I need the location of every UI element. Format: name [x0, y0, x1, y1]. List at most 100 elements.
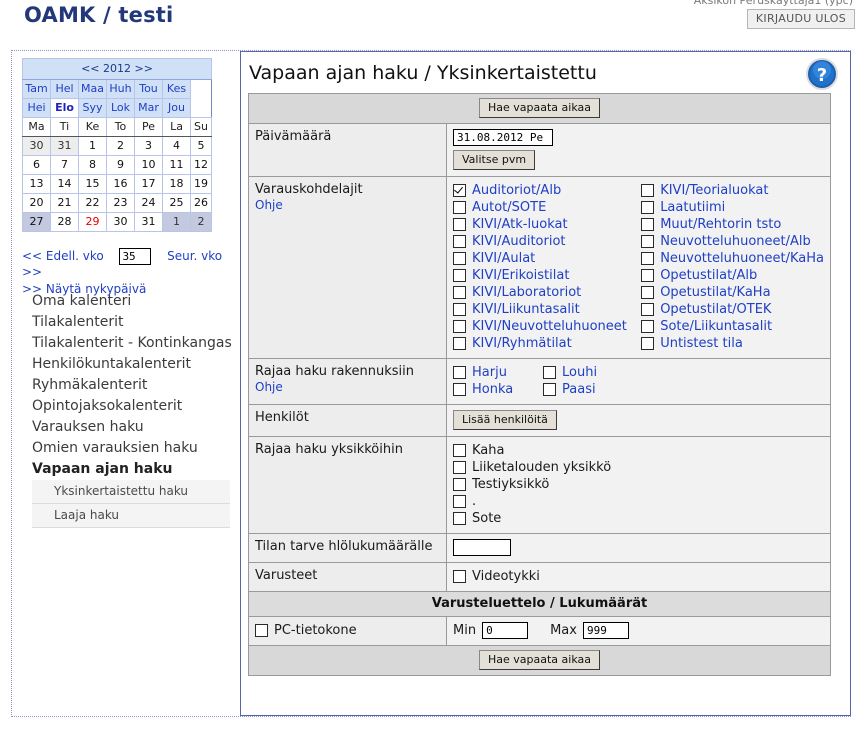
checkbox-kivi-laboratoriot[interactable]	[453, 286, 466, 299]
search-free-time-button-bottom[interactable]: Hae vapaata aikaa	[479, 650, 600, 670]
checkbox-label[interactable]: KIVI/Teorialuokat	[660, 182, 768, 199]
min-input[interactable]	[482, 622, 529, 639]
checkbox-label[interactable]: KIVI/Liikuntasalit	[472, 301, 580, 318]
resource-types-help-link[interactable]: Ohje	[255, 198, 440, 212]
checkbox-label[interactable]: Honka	[472, 381, 513, 398]
checkbox-paasi[interactable]	[543, 383, 556, 396]
checkbox-label[interactable]: KIVI/Ryhmätilat	[472, 335, 572, 352]
calendar-week-row[interactable]: 6 7 8 9 10 11 12	[22, 155, 212, 175]
sidebar-item-varauksen-haku[interactable]: Varauksen haku	[22, 417, 232, 438]
checkbox-kivi-liikuntasalit[interactable]	[453, 303, 466, 316]
checkbox-neuvotteluhuoneet-alb[interactable]	[641, 235, 655, 248]
checkbox-label[interactable]: Autot/SOTE	[472, 199, 546, 216]
pc-tietokone-checkbox[interactable]	[255, 624, 268, 637]
calendar-day-cell[interactable]: 1	[162, 212, 191, 232]
checkbox-kivi-aulat[interactable]	[453, 252, 466, 265]
checkbox-kivi-ryhm-tilat[interactable]	[453, 337, 466, 350]
sidebar-item-tilakalenterit-kontinkangas[interactable]: Tilakalenterit - Kontinkangas	[22, 333, 232, 354]
checkbox-label[interactable]: Neuvotteluhuoneet/Alb	[660, 233, 811, 250]
calendar-day-cell[interactable]: 4	[162, 136, 191, 156]
calendar-day-cell[interactable]: 19	[190, 174, 212, 194]
calendar-day-cell[interactable]: 30	[22, 136, 51, 156]
buildings-help-link[interactable]: Ohje	[255, 380, 440, 394]
calendar-week-row[interactable]: 13 14 15 16 17 18 19	[22, 174, 212, 194]
calendar-month-syy[interactable]: Syy	[78, 98, 107, 118]
calendar-day-cell[interactable]: 24	[134, 193, 163, 213]
checkbox-label[interactable]: Paasi	[562, 381, 596, 398]
calendar-month-tou[interactable]: Tou	[134, 79, 163, 99]
week-number-input[interactable]	[119, 248, 152, 265]
calendar-week-row[interactable]: 27 28 29 30 31 1 2	[22, 212, 212, 232]
calendar-day-cell[interactable]: 1	[78, 136, 107, 156]
calendar-day-cell[interactable]: 8	[78, 155, 107, 175]
sidebar-item-ryhm-kalenterit[interactable]: Ryhmäkalenterit	[22, 375, 232, 396]
checkbox-kivi-erikoistilat[interactable]	[453, 269, 466, 282]
calendar-month-hei[interactable]: Hei	[22, 98, 51, 118]
calendar-month-hel[interactable]: Hel	[50, 79, 79, 99]
calendar-day-cell[interactable]: 11	[162, 155, 191, 175]
checkbox-label[interactable]: KIVI/Neuvotteluhuoneet	[472, 318, 627, 335]
search-free-time-button-top[interactable]: Hae vapaata aikaa	[479, 98, 600, 118]
date-input[interactable]	[453, 129, 553, 146]
calendar-day-cell[interactable]: 15	[78, 174, 107, 194]
calendar-day-cell[interactable]: 30	[106, 212, 135, 232]
checkbox-kaha[interactable]	[453, 444, 466, 457]
calendar-month-elo-selected[interactable]: Elo	[50, 98, 79, 118]
calendar-day-cell[interactable]: 28	[50, 212, 79, 232]
calendar-month-kes[interactable]: Kes	[162, 79, 191, 99]
sidebar-item-henkil-kuntakalenterit[interactable]: Henkilökuntakalenterit	[22, 354, 232, 375]
checkbox-label[interactable]: Opetustilat/KaHa	[660, 284, 770, 301]
calendar-day-cell[interactable]: 25	[162, 193, 191, 213]
calendar-day-cell[interactable]: 29	[78, 212, 107, 232]
calendar-day-cell[interactable]: 2	[106, 136, 135, 156]
checkbox-videotykki[interactable]	[453, 570, 466, 583]
calendar-week-row[interactable]: 20 21 22 23 24 25 26	[22, 193, 212, 213]
calendar-day-cell[interactable]: 17	[134, 174, 163, 194]
calendar-day-cell[interactable]: 5	[190, 136, 212, 156]
checkbox-label[interactable]: KIVI/Erikoistilat	[472, 267, 569, 284]
checkbox-label[interactable]: Opetustilat/OTEK	[660, 301, 771, 318]
calendar-day-cell[interactable]: 31	[50, 136, 79, 156]
mini-calendar[interactable]: << 2012 >> Tam Hel Maa Huh Tou Kes Hei E…	[22, 58, 212, 232]
calendar-day-cell[interactable]: 31	[134, 212, 163, 232]
checkbox-sote-liikuntasalit[interactable]	[641, 320, 655, 333]
calendar-day-cell[interactable]: 20	[22, 193, 51, 213]
calendar-day-cell[interactable]: 9	[106, 155, 135, 175]
help-question-mark-icon[interactable]: ?	[806, 58, 838, 90]
checkbox-harju[interactable]	[453, 366, 466, 379]
calendar-day-cell[interactable]: 2	[190, 212, 212, 232]
checkbox-label[interactable]: KIVI/Auditoriot	[472, 233, 566, 250]
calendar-day-cell[interactable]: 18	[162, 174, 191, 194]
calendar-month-maa[interactable]: Maa	[78, 79, 107, 99]
checkbox-label[interactable]: Neuvotteluhuoneet/KaHa	[660, 250, 824, 267]
sidebar-item-oma-kalenteri[interactable]: Oma kalenteri	[22, 291, 232, 312]
checkbox-label[interactable]: Opetustilat/Alb	[660, 267, 757, 284]
calendar-month-lok[interactable]: Lok	[106, 98, 135, 118]
checkbox-label[interactable]: Laatutiimi	[660, 199, 725, 216]
calendar-day-cell[interactable]: 16	[106, 174, 135, 194]
prev-week-link[interactable]: << Edell. vko	[22, 249, 104, 263]
calendar-day-cell[interactable]: 23	[106, 193, 135, 213]
sidebar-item-opintojaksokalenterit[interactable]: Opintojaksokalenterit	[22, 396, 232, 417]
calendar-day-cell[interactable]: 27	[22, 212, 51, 232]
checkbox-label[interactable]: Louhi	[562, 364, 597, 381]
checkbox-kivi-neuvotteluhuoneet[interactable]	[453, 320, 466, 333]
checkbox-label[interactable]: Harju	[472, 364, 507, 381]
checkbox-louhi[interactable]	[543, 366, 556, 379]
checkbox-laatutiimi[interactable]	[641, 201, 655, 214]
checkbox-neuvotteluhuoneet-kaha[interactable]	[641, 252, 655, 265]
logout-button[interactable]: KIRJAUDU ULOS	[746, 9, 855, 29]
checkbox-opetustilat-kaha[interactable]	[641, 286, 655, 299]
checkbox-label[interactable]: Muut/Rehtorin tsto	[660, 216, 781, 233]
checkbox-liiketalouden-yksikk[interactable]	[453, 461, 466, 474]
max-input[interactable]	[582, 622, 629, 639]
checkbox-label[interactable]: Auditoriot/Alb	[472, 182, 561, 199]
calendar-day-cell[interactable]: 26	[190, 193, 212, 213]
checkbox-untistest-tila[interactable]	[641, 337, 655, 350]
calendar-day-cell[interactable]: 3	[134, 136, 163, 156]
checkbox-kivi-teorialuokat[interactable]	[641, 184, 655, 197]
sidebar-item-tilakalenterit[interactable]: Tilakalenterit	[22, 312, 232, 333]
checkbox-testiyksikk[interactable]	[453, 478, 466, 491]
checkbox-autot-sote[interactable]	[453, 201, 466, 214]
calendar-day-cell[interactable]: 6	[22, 155, 51, 175]
